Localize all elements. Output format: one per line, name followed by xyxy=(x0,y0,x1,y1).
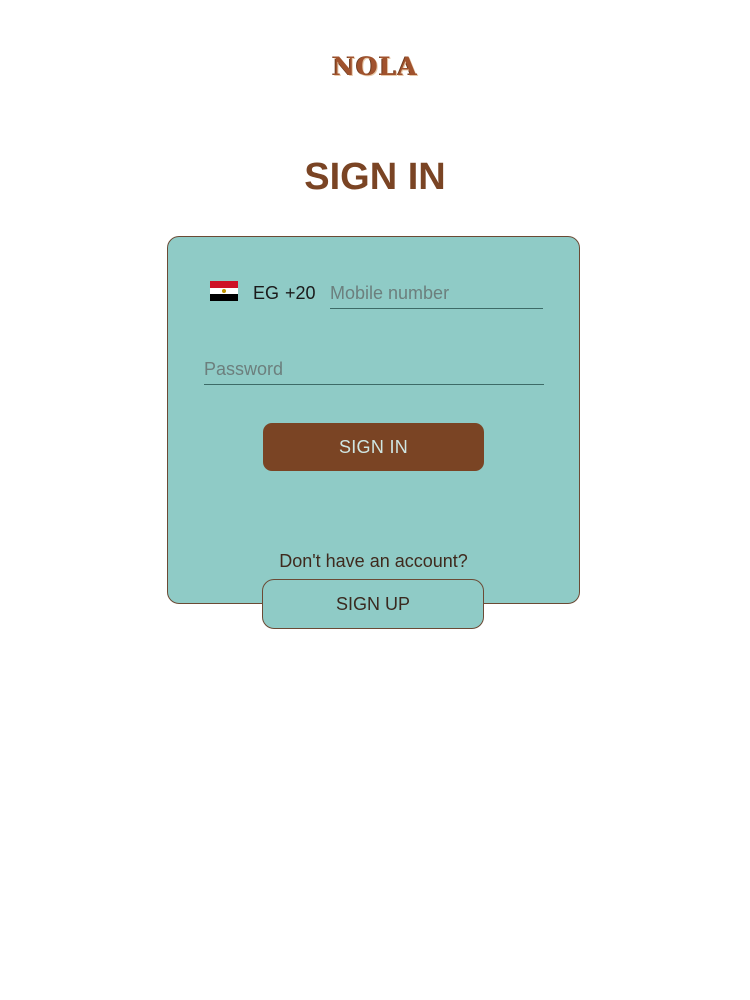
no-account-text: Don't have an account? xyxy=(279,551,468,571)
page-title: SIGN IN xyxy=(304,156,446,198)
dial-code[interactable]: +20 xyxy=(285,283,316,304)
signin-card: EG +20 SIGN IN Don't have an account? xyxy=(167,236,580,604)
signin-page: NOLA SIGN IN EG +20 SIGN IN Don't have a… xyxy=(0,0,750,1000)
signin-button[interactable]: SIGN IN xyxy=(263,423,484,471)
country-code[interactable]: EG xyxy=(253,283,279,304)
mobile-number-input[interactable] xyxy=(330,283,543,309)
password-input[interactable] xyxy=(204,359,544,385)
egypt-flag-icon[interactable] xyxy=(210,281,238,302)
brand-logo: NOLA xyxy=(332,52,418,81)
signup-button[interactable]: SIGN UP xyxy=(262,579,484,629)
